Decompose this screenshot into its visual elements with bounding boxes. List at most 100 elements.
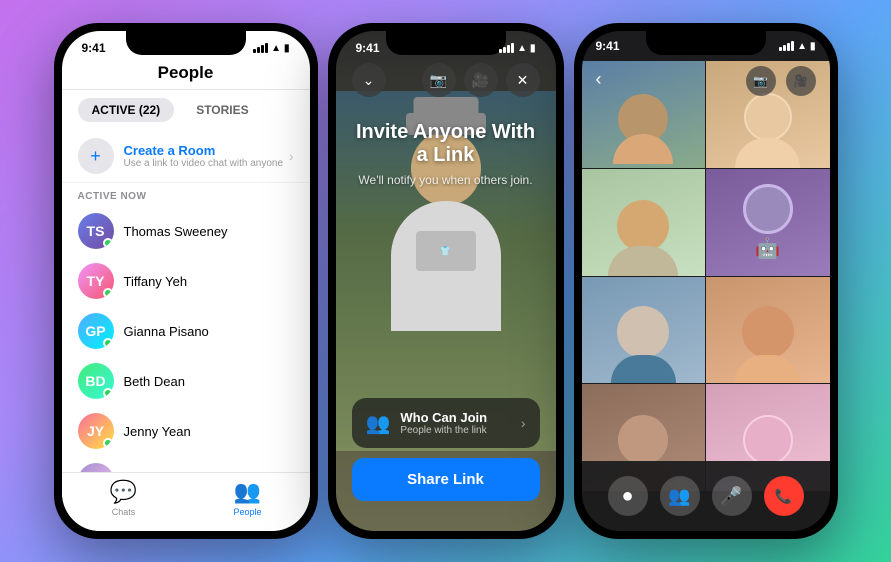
who-can-join-text: Who Can Join People with the link — [400, 410, 520, 436]
wifi-icon: ▲ — [271, 43, 281, 54]
avatar: TY — [78, 263, 114, 299]
people-icon: 👥 — [234, 479, 261, 505]
participants-button[interactable]: 👥 — [660, 476, 700, 516]
status-icons-3: ▲ ▮ — [779, 39, 815, 53]
tab-people[interactable]: 👥 People — [186, 479, 310, 517]
status-icons-2: ▲ ▮ — [499, 43, 535, 54]
people-label: People — [233, 507, 261, 517]
plus-icon: + — [90, 146, 101, 167]
status-bar-2: 9:41 ▲ ▮ — [336, 31, 556, 59]
tab-stories[interactable]: STORIES — [182, 98, 262, 122]
create-room-text: Create a Room Use a link to video chat w… — [124, 143, 289, 169]
invite-top-bar: ⌄ 📷 🎥 ✕ — [336, 63, 556, 97]
chats-label: Chats — [112, 507, 136, 517]
video-grid: 🤖 — [582, 61, 830, 491]
page-title: People — [158, 63, 214, 82]
active-indicator — [103, 388, 113, 398]
top-action-icons: 📷 🎥 ✕ — [422, 63, 540, 97]
create-room-title: Create a Room — [124, 143, 289, 158]
video-cell-3 — [582, 169, 706, 276]
camera-button[interactable]: 📷 — [422, 63, 456, 97]
list-item[interactable]: TS Thomas Sweeney — [62, 206, 310, 256]
video-cell-6 — [706, 277, 830, 384]
list-item[interactable]: BD Beth Dean — [62, 356, 310, 406]
create-room-icon: + — [78, 138, 114, 174]
video-button[interactable]: 🎥 — [464, 63, 498, 97]
status-time-3: 9:41 — [596, 39, 620, 53]
create-room-subtitle: Use a link to video chat with anyone — [124, 158, 289, 169]
share-link-button[interactable]: Share Link — [352, 458, 540, 501]
call-controls: ● 👥 🎤 📞 — [582, 461, 830, 531]
tab-active[interactable]: ACTIVE (22) — [78, 98, 175, 122]
avatar: JY — [78, 413, 114, 449]
video-toggle-icon: 🎥 — [793, 74, 808, 88]
avatar: BD — [78, 363, 114, 399]
video-toggle-button[interactable]: 🎥 — [786, 66, 816, 96]
contact-name: Jenny Yean — [124, 424, 191, 439]
mute-button[interactable]: 🎤 — [712, 476, 752, 516]
people-header: People — [62, 59, 310, 90]
contact-name: Gianna Pisano — [124, 324, 209, 339]
battery-icon: ▮ — [284, 43, 290, 54]
tabs-row: ACTIVE (22) STORIES — [62, 90, 310, 130]
bottom-tab-bar: 💬 Chats 👥 People — [62, 472, 310, 531]
back-chevron[interactable]: ‹ — [596, 69, 602, 90]
contact-name: Thomas Sweeney — [124, 224, 228, 239]
status-bar-3: 9:41 ▲ ▮ — [582, 31, 830, 57]
list-item[interactable]: JY Jenny Yean — [62, 406, 310, 456]
chevron-right-icon: › — [289, 148, 294, 164]
battery-icon-2: ▮ — [530, 43, 536, 54]
chevron-down-icon: ⌄ — [363, 72, 375, 89]
close-button[interactable]: ✕ — [506, 63, 540, 97]
list-item[interactable]: GP Gianna Pisano — [62, 306, 310, 356]
contact-name: Beth Dean — [124, 374, 185, 389]
battery-icon-3: ▮ — [810, 41, 816, 52]
group-icon: 👥 — [366, 411, 391, 436]
video-cell-4: 🤖 — [706, 169, 830, 276]
contact-name: Tiffany Yeh — [124, 274, 188, 289]
phone-3: 9:41 ▲ ▮ ‹ 📷 🎥 — [574, 23, 838, 539]
who-can-join-subtitle: People with the link — [400, 425, 520, 436]
chevron-right-icon-2: › — [521, 415, 526, 431]
camera-icon: 📷 — [430, 72, 447, 89]
camera-switch-button[interactable]: 📷 — [746, 66, 776, 96]
active-indicator — [103, 238, 113, 248]
end-call-icon: 📞 — [775, 488, 792, 505]
record-icon: ● — [621, 485, 633, 508]
notch-1 — [126, 31, 246, 55]
camera-rotate-icon: 📷 — [753, 74, 768, 88]
top-right-icons: 📷 🎥 — [746, 66, 816, 96]
wifi-icon-2: ▲ — [517, 43, 527, 54]
chats-icon: 💬 — [110, 479, 137, 505]
video-icon: 🎥 — [472, 72, 489, 89]
status-time-1: 9:41 — [82, 41, 106, 55]
wifi-icon-3: ▲ — [797, 41, 807, 52]
section-label: ACTIVE NOW — [62, 183, 310, 206]
list-item[interactable]: TY Tiffany Yeh — [62, 256, 310, 306]
tab-chats[interactable]: 💬 Chats — [62, 479, 186, 517]
status-time-2: 9:41 — [356, 41, 380, 55]
signal-icon-2 — [499, 43, 514, 53]
signal-icon-3 — [779, 41, 794, 51]
mic-icon: 🎤 — [720, 486, 742, 507]
status-icons-1: ▲ ▮ — [253, 43, 289, 54]
record-button[interactable]: ● — [608, 476, 648, 516]
back-button[interactable]: ⌄ — [352, 63, 386, 97]
invite-bottom: 👥 Who Can Join People with the link › Sh… — [336, 398, 556, 531]
active-indicator — [103, 438, 113, 448]
end-call-button[interactable]: 📞 — [764, 476, 804, 516]
participants-icon: 👥 — [668, 486, 690, 507]
phone-2: 👕 9:41 ▲ ▮ ⌄ 📷 — [328, 23, 564, 539]
who-can-join-title: Who Can Join — [400, 410, 520, 425]
video-cell-5 — [582, 277, 706, 384]
invite-subtitle: We'll notify you when others join. — [356, 173, 536, 187]
phone-1: 9:41 ▲ ▮ People ACTIVE (22) STORIES — [54, 23, 318, 539]
close-icon: ✕ — [517, 72, 529, 89]
invite-text-block: Invite Anyone With a Link We'll notify y… — [336, 121, 556, 187]
avatar: TS — [78, 213, 114, 249]
active-indicator — [103, 288, 113, 298]
avatar: GP — [78, 313, 114, 349]
active-indicator — [103, 338, 113, 348]
who-can-join-row[interactable]: 👥 Who Can Join People with the link › — [352, 398, 540, 448]
create-room-row[interactable]: + Create a Room Use a link to video chat… — [62, 130, 310, 183]
